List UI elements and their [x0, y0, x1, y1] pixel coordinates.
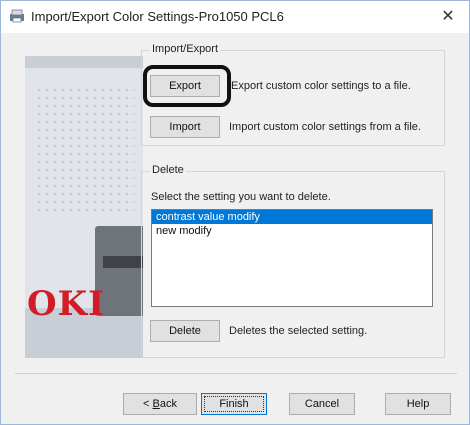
delete-description: Deletes the selected setting. — [229, 325, 368, 337]
banner-pattern — [35, 86, 135, 216]
printer-app-icon — [10, 9, 24, 23]
footer-separator — [15, 373, 457, 374]
finish-button[interactable]: Finish — [201, 393, 267, 415]
back-button[interactable]: < Back — [123, 393, 197, 415]
focus-ring — [204, 396, 264, 412]
import-export-group-title: Import/Export — [150, 43, 221, 55]
delete-button-label: Delete — [169, 325, 201, 337]
list-item[interactable]: contrast value modify — [152, 210, 432, 224]
back-mnemonic: B — [152, 398, 160, 410]
settings-listbox[interactable]: contrast value modify new modify — [151, 209, 433, 307]
import-button[interactable]: Import — [150, 116, 220, 138]
oki-logo: OKI — [27, 284, 106, 324]
import-button-label: Import — [169, 121, 201, 133]
dialog-window: Import/Export Color Settings-Pro1050 PCL… — [0, 0, 470, 425]
back-button-label: < Back — [143, 398, 177, 410]
help-button[interactable]: Help — [385, 393, 451, 415]
import-description: Import custom color settings from a file… — [229, 121, 421, 133]
close-button[interactable]: ✕ — [435, 5, 461, 29]
cancel-button[interactable]: Cancel — [289, 393, 355, 415]
back-rest: ack — [159, 398, 177, 410]
delete-button[interactable]: Delete — [150, 320, 220, 342]
delete-group-title: Delete — [150, 164, 186, 176]
list-item[interactable]: new modify — [152, 224, 432, 238]
back-prefix: < — [143, 398, 153, 410]
delete-prompt: Select the setting you want to delete. — [151, 191, 331, 203]
export-highlight-annotation — [143, 65, 231, 107]
window-title: Import/Export Color Settings-Pro1050 PCL… — [31, 9, 284, 24]
title-bar: Import/Export Color Settings-Pro1050 PCL… — [1, 1, 469, 33]
help-button-label: Help — [406, 398, 430, 410]
export-description: Export custom color settings to a file. — [231, 80, 411, 92]
cancel-button-label: Cancel — [304, 398, 340, 410]
printer-tray-illustration — [103, 256, 143, 268]
